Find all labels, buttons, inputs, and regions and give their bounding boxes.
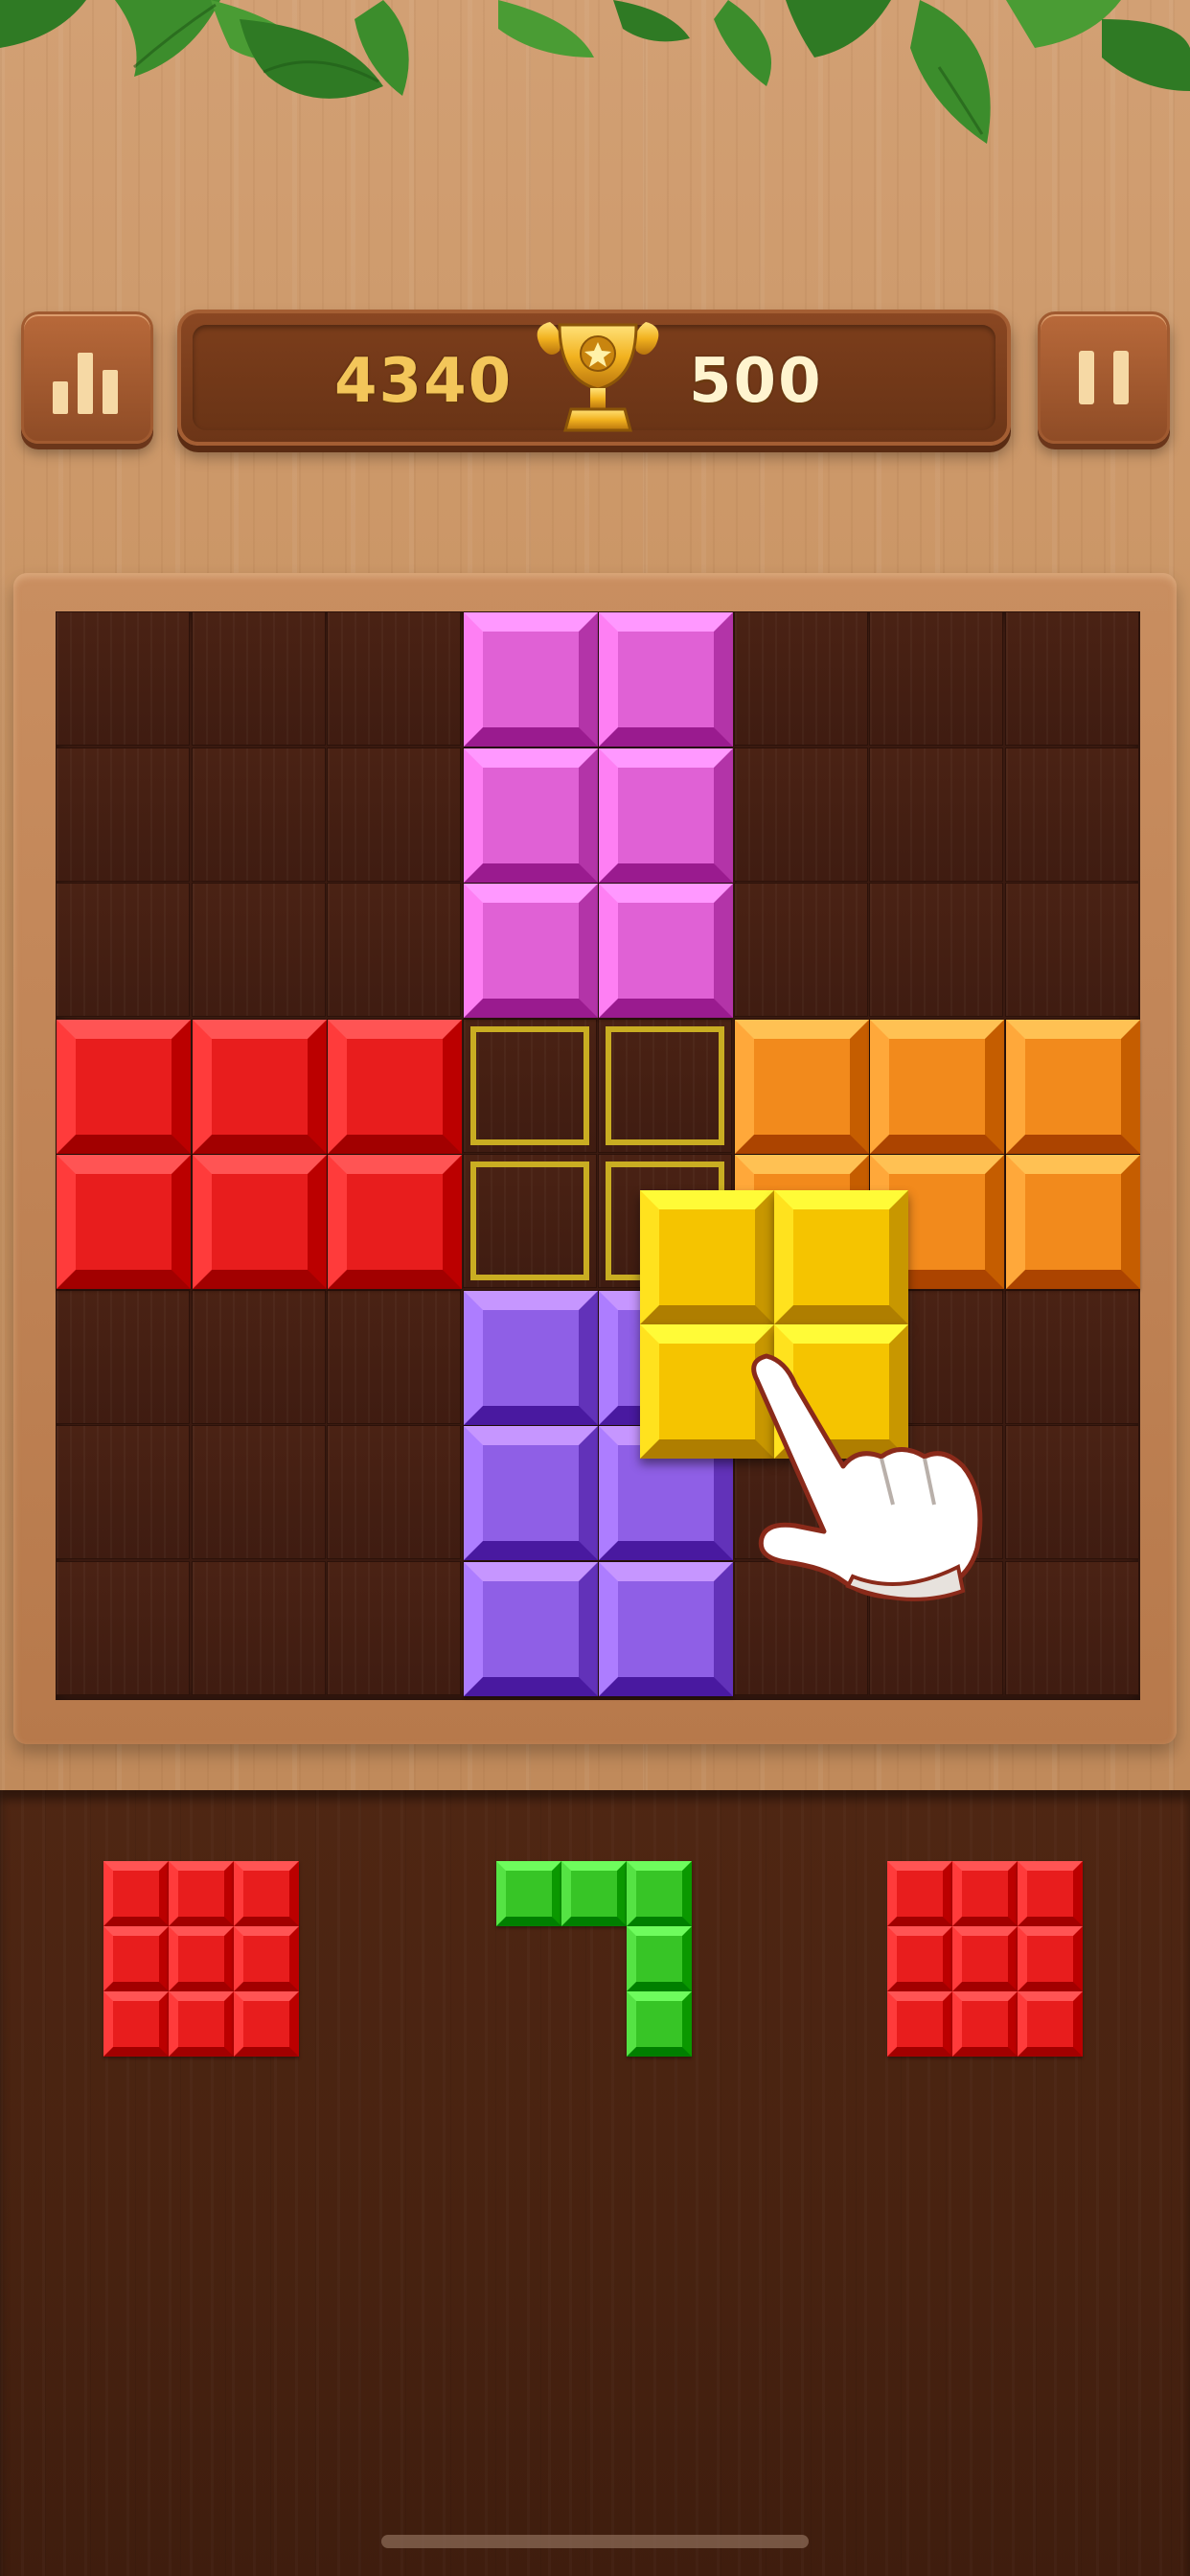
best-score: 500 [689,346,823,417]
board-cell[interactable] [56,747,190,882]
purple-block [463,1426,598,1560]
red-block [328,1019,462,1154]
magenta-block [599,884,733,1018]
red-mini-block [169,1926,234,1991]
green-mini-block [627,1861,692,1926]
board-cell[interactable] [1004,1289,1139,1424]
magenta-block [599,748,733,883]
red-mini-block [887,1926,952,1991]
red-mini-block [169,1861,234,1926]
red-mini-block [952,1926,1018,1991]
drop-target-outline [469,1162,589,1280]
trophy-icon [537,322,659,432]
red-mini-block [103,1926,169,1991]
board-cell[interactable] [191,883,326,1017]
board-cell[interactable] [191,611,326,746]
red-block [192,1019,327,1154]
orange-block [1005,1019,1140,1154]
green-mini-block [627,1926,692,1991]
orange-block [734,1019,869,1154]
red-block [57,1155,191,1289]
red-block [57,1019,191,1154]
magenta-block [463,748,598,883]
orange-block [870,1019,1004,1154]
bar-chart-icon [53,353,118,414]
red-mini-block [169,1991,234,2057]
board-cell[interactable] [327,611,461,746]
pause-icon [1079,351,1129,404]
board-cell[interactable] [733,747,868,882]
green-mini-block [561,1861,627,1926]
red-mini-block [103,1861,169,1926]
board-cell[interactable] [1004,883,1139,1017]
board-cell[interactable] [191,1425,326,1559]
red-mini-block [952,1991,1018,2057]
board-cell[interactable] [56,883,190,1017]
board-cell[interactable] [869,611,1003,746]
red-mini-block [234,1926,299,1991]
board-cell[interactable] [191,747,326,882]
red-mini-block [103,1991,169,2057]
board-cell[interactable] [733,611,868,746]
board-cell[interactable] [56,1425,190,1559]
purple-block [599,1561,733,1696]
red-block [328,1155,462,1289]
green-mini-block [496,1861,561,1926]
board-cell[interactable] [327,1425,461,1559]
red-mini-block [1018,1861,1083,1926]
board-cell[interactable] [56,1560,190,1695]
red-mini-block [952,1861,1018,1926]
red-block [192,1155,327,1289]
board-cell[interactable] [1004,1560,1139,1695]
board-cell[interactable] [1004,611,1139,746]
board-cell[interactable] [56,1289,190,1424]
stats-button[interactable] [21,311,153,444]
leaves-decoration [0,0,1190,144]
yellow-block[interactable] [774,1190,908,1324]
drop-target-outline [606,1025,724,1145]
board-cell[interactable] [56,611,190,746]
red-mini-block [1018,1991,1083,2057]
magenta-block [463,612,598,747]
board-cell[interactable] [733,883,868,1017]
red-mini-block [887,1861,952,1926]
magenta-block [463,884,598,1018]
board-cell[interactable] [869,883,1003,1017]
board-cell[interactable] [327,1560,461,1695]
board-cell[interactable] [327,883,461,1017]
pause-button[interactable] [1038,311,1170,444]
purple-block [463,1561,598,1696]
red-mini-block [887,1991,952,2057]
board-cell[interactable] [869,747,1003,882]
drop-target-outline [469,1025,589,1145]
score-panel: 4340 500 [177,310,1011,446]
red-mini-block [234,1861,299,1926]
purple-block [463,1290,598,1425]
board-cell[interactable] [191,1289,326,1424]
home-indicator [381,2535,809,2548]
current-score: 4340 [334,346,514,417]
board-cell[interactable] [191,1560,326,1695]
pointing-hand-icon [751,1353,983,1601]
red-mini-block [234,1991,299,2057]
board-cell[interactable] [1004,747,1139,882]
magenta-block [599,612,733,747]
yellow-block[interactable] [640,1190,774,1324]
board-cell[interactable] [327,747,461,882]
red-mini-block [1018,1926,1083,1991]
board-cell[interactable] [327,1289,461,1424]
piece-tray [0,1790,1190,2576]
orange-block [1005,1155,1140,1289]
green-mini-block [627,1991,692,2057]
board-cell[interactable] [1004,1425,1139,1559]
